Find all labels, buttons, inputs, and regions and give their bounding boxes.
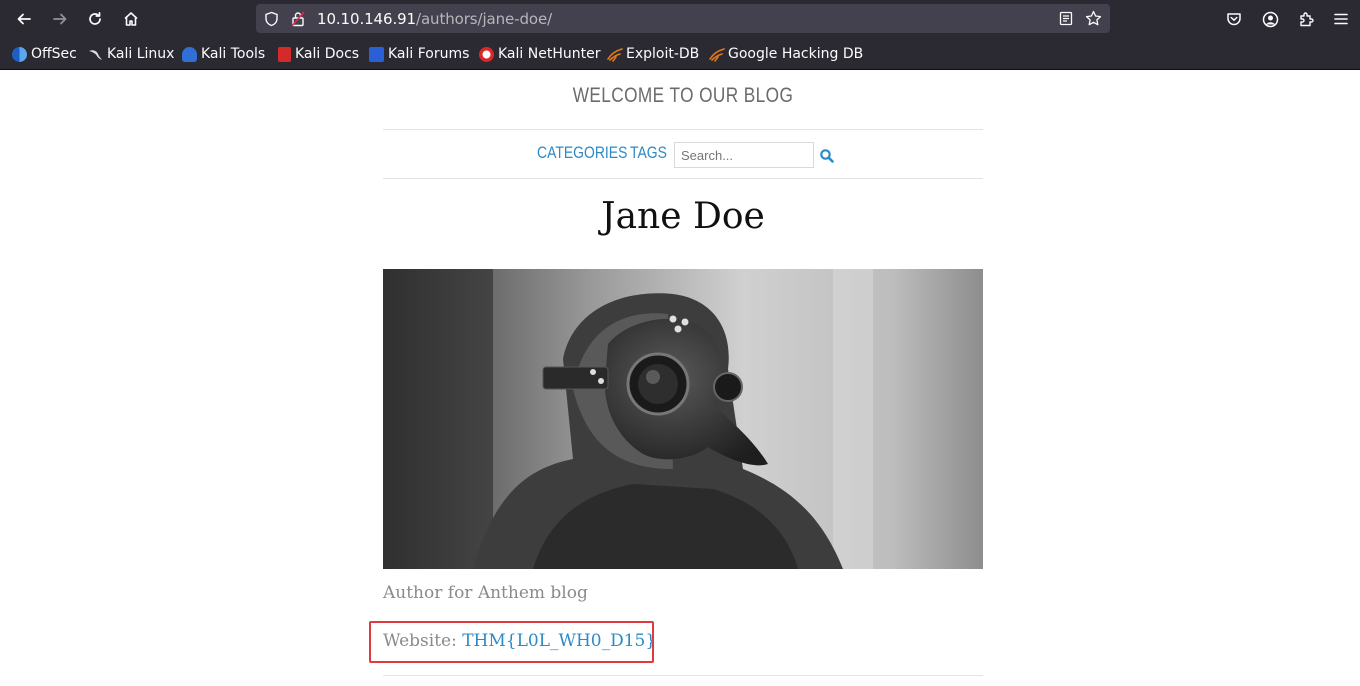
bookmark-exploit-db[interactable]: Exploit-DB: [607, 45, 699, 63]
reload-button[interactable]: [81, 5, 109, 33]
bookmark-label: Kali NetHunter: [498, 46, 601, 62]
kali-tools-icon: [182, 46, 197, 62]
home-button[interactable]: [117, 5, 145, 33]
author-photo: [383, 269, 983, 569]
arrow-right-icon: [53, 13, 67, 25]
magnifier-icon: [820, 149, 834, 163]
bookmark-label: Kali Tools: [201, 46, 266, 62]
nav-divider: [383, 178, 983, 179]
url-host: 10.10.146.91: [317, 10, 416, 28]
bookmark-label: Exploit-DB: [626, 46, 700, 62]
bookmark-google-hacking-db[interactable]: Google Hacking DB: [709, 45, 863, 63]
arrow-left-icon: [17, 13, 31, 25]
bookmark-star-icon[interactable]: [1085, 10, 1102, 31]
nav-categories-link[interactable]: CATEGORIES: [537, 143, 627, 163]
browser-toolbar: 10.10.146.91/authors/jane-doe/: [0, 0, 1360, 38]
search-button[interactable]: [819, 148, 835, 164]
insecure-lock-icon[interactable]: [291, 11, 305, 31]
forward-button[interactable]: [46, 5, 74, 33]
author-bio: Author for Anthem blog: [383, 583, 588, 603]
url-text[interactable]: 10.10.146.91/authors/jane-doe/: [317, 10, 552, 28]
menu-button[interactable]: [1327, 5, 1355, 33]
ghdb-icon: [709, 47, 725, 62]
website-label: Website:: [383, 631, 457, 651]
bookmark-kali-docs[interactable]: Kali Docs: [278, 45, 359, 63]
pocket-button[interactable]: [1220, 5, 1248, 33]
kali-forums-icon: [369, 46, 384, 62]
footer-divider: [383, 675, 983, 676]
bookmark-label: OffSec: [31, 46, 77, 62]
bookmark-offsec[interactable]: OffSec: [12, 45, 77, 63]
bookmark-label: Kali Docs: [295, 46, 360, 62]
bookmark-label: Kali Forums: [388, 46, 470, 62]
blog-title[interactable]: WELCOME TO OUR BLOG: [437, 84, 929, 108]
url-path: /authors/jane-doe/: [416, 10, 553, 28]
address-bar[interactable]: 10.10.146.91/authors/jane-doe/: [256, 4, 1110, 33]
bookmark-label: Google Hacking DB: [728, 46, 864, 62]
nav-tags-link[interactable]: TAGS: [630, 143, 667, 163]
author-name-heading: Jane Doe: [601, 196, 765, 237]
kali-docs-icon: [278, 46, 291, 62]
account-icon: [1262, 11, 1278, 27]
pocket-icon: [1227, 13, 1241, 26]
hamburger-menu-icon: [1334, 13, 1348, 25]
bookmark-kali-nethunter[interactable]: Kali NetHunter: [479, 45, 600, 63]
bookmarks-toolbar: OffSec Kali Linux Kali Tools Kali Docs K…: [0, 38, 1360, 70]
puzzle-icon: [1299, 11, 1314, 26]
header-divider: [383, 129, 983, 130]
home-icon: [124, 12, 138, 26]
reload-icon: [89, 11, 101, 25]
bookmark-kali-forums[interactable]: Kali Forums: [369, 45, 469, 63]
extensions-button[interactable]: [1292, 5, 1320, 33]
kali-dragon-icon: [88, 47, 103, 62]
bookmark-kali-linux[interactable]: Kali Linux: [88, 45, 174, 63]
exploit-db-icon: [607, 47, 623, 62]
bookmark-kali-tools[interactable]: Kali Tools: [182, 45, 265, 63]
search-input[interactable]: [674, 142, 814, 168]
nethunter-icon: [479, 46, 494, 62]
reader-view-icon[interactable]: [1059, 11, 1073, 30]
bookmark-label: Kali Linux: [107, 46, 175, 62]
website-link[interactable]: THM{L0L_WH0_D15}: [462, 631, 656, 651]
author-website: Website: THM{L0L_WH0_D15}: [383, 631, 656, 651]
shield-icon[interactable]: [264, 11, 279, 31]
back-button[interactable]: [10, 5, 38, 33]
account-button[interactable]: [1256, 5, 1284, 33]
offsec-icon: [12, 46, 27, 62]
